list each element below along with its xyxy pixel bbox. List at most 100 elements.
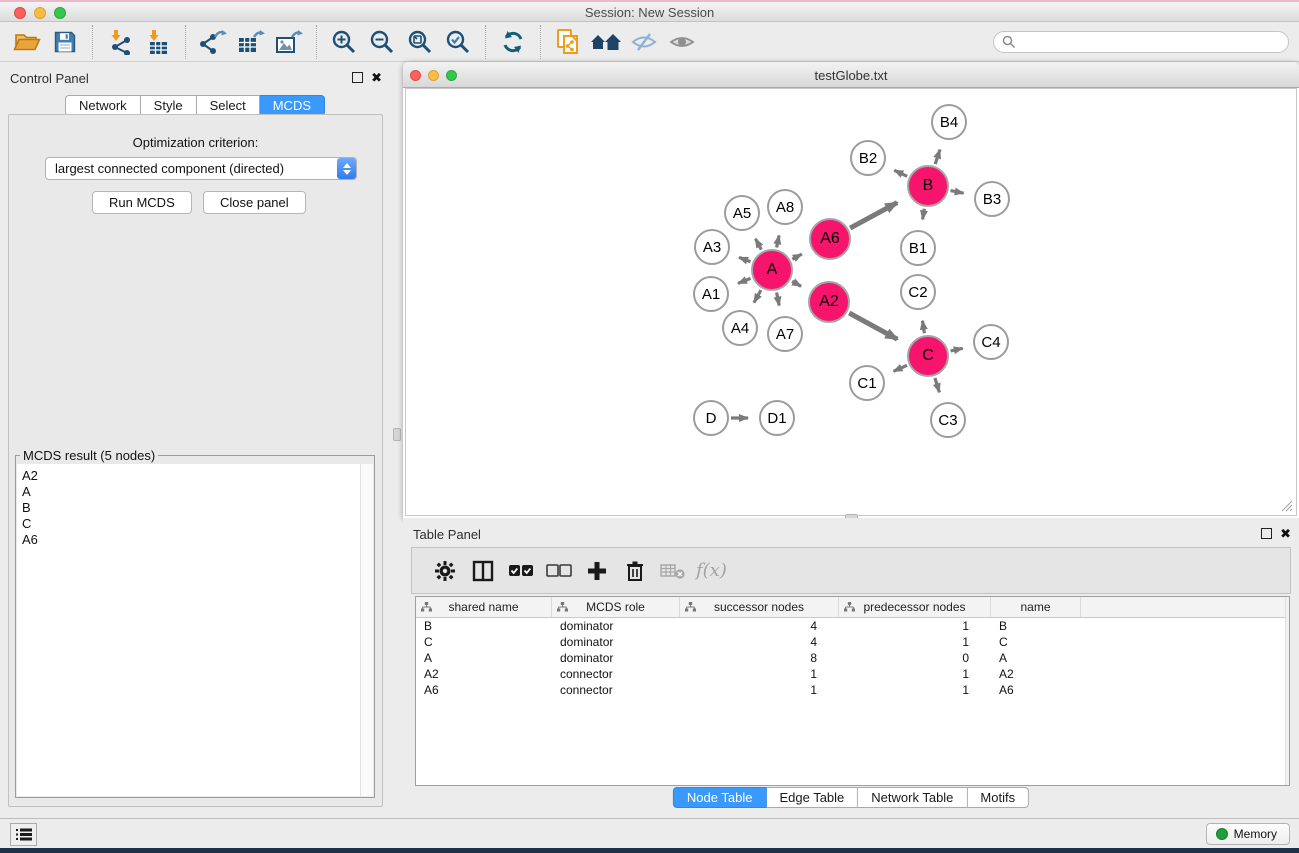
graph-node-A2[interactable]: A2 xyxy=(808,281,850,323)
graph-node-A[interactable]: A xyxy=(751,249,793,291)
graph-node-C1[interactable]: C1 xyxy=(849,365,885,401)
show-column-icon[interactable] xyxy=(464,552,502,590)
open-file-icon[interactable] xyxy=(8,25,46,59)
graph-edge-C-C2[interactable] xyxy=(923,321,925,334)
tab-node-table[interactable]: Node Table xyxy=(673,787,767,808)
graph-node-C3[interactable]: C3 xyxy=(930,402,966,438)
show-eye-icon[interactable] xyxy=(663,25,701,59)
graph-node-B2[interactable]: B2 xyxy=(850,140,886,176)
window-resize-grip[interactable] xyxy=(1280,499,1293,512)
mcds-result-list[interactable]: A2ABCA6 xyxy=(17,464,373,796)
result-item[interactable]: A6 xyxy=(22,532,373,548)
result-scrollbar[interactable] xyxy=(360,464,373,796)
hide-eye-icon[interactable] xyxy=(625,25,663,59)
deselect-all-icon[interactable] xyxy=(540,552,578,590)
run-mcds-button[interactable]: Run MCDS xyxy=(92,191,192,214)
column-header-successor-nodes[interactable]: successor nodes xyxy=(680,597,839,617)
graph-node-A1[interactable]: A1 xyxy=(693,276,729,312)
graph-node-A4[interactable]: A4 xyxy=(722,310,758,346)
home-view-icon[interactable] xyxy=(587,25,625,59)
graph-edge-A-A6[interactable] xyxy=(792,254,802,259)
graph-node-A3[interactable]: A3 xyxy=(694,229,730,265)
graph-node-C[interactable]: C xyxy=(907,335,949,377)
float-table-panel-icon[interactable] xyxy=(1261,528,1272,539)
float-panel-icon[interactable] xyxy=(352,72,363,83)
graph-edge-A-A1[interactable] xyxy=(738,278,751,283)
table-row[interactable]: Bdominator41B xyxy=(416,618,1289,634)
graph-node-A6[interactable]: A6 xyxy=(809,218,851,260)
vertical-splitter-grip[interactable] xyxy=(393,428,401,441)
import-network-icon[interactable] xyxy=(101,25,139,59)
graph-node-C2[interactable]: C2 xyxy=(900,274,936,310)
graph-edge-A6-B[interactable] xyxy=(850,203,897,229)
graph-node-D1[interactable]: D1 xyxy=(759,400,795,436)
zoom-selected-icon[interactable] xyxy=(439,25,477,59)
graph-node-B3[interactable]: B3 xyxy=(974,181,1010,217)
table-row[interactable]: A2connector11A2 xyxy=(416,666,1289,682)
result-item[interactable]: B xyxy=(22,500,373,516)
graph-node-B1[interactable]: B1 xyxy=(900,230,936,266)
task-history-button[interactable] xyxy=(10,823,37,846)
search-input[interactable] xyxy=(993,31,1289,53)
refresh-view-icon[interactable] xyxy=(494,25,532,59)
export-image-icon[interactable] xyxy=(270,25,308,59)
zoom-in-icon[interactable] xyxy=(325,25,363,59)
delete-row-icon[interactable] xyxy=(616,552,654,590)
graph-edge-A-A5[interactable] xyxy=(756,239,762,250)
graph-node-C4[interactable]: C4 xyxy=(973,324,1009,360)
column-header-shared-name[interactable]: shared name xyxy=(416,597,552,617)
tab-style[interactable]: Style xyxy=(141,95,197,116)
zoom-fit-icon[interactable] xyxy=(401,25,439,59)
result-item[interactable]: C xyxy=(22,516,373,532)
function-builder-icon[interactable]: f(x) xyxy=(696,560,727,581)
graph-edge-B-B2[interactable] xyxy=(894,170,907,176)
close-panel-icon[interactable]: ✖ xyxy=(371,72,382,83)
result-item[interactable]: A xyxy=(22,484,373,500)
graph-edge-A-A3[interactable] xyxy=(739,257,750,261)
tab-network-table[interactable]: Network Table xyxy=(858,787,967,808)
close-panel-button[interactable]: Close panel xyxy=(203,191,306,214)
graph-node-B[interactable]: B xyxy=(907,165,949,207)
memory-button[interactable]: Memory xyxy=(1206,823,1290,845)
column-header-name[interactable]: name xyxy=(991,597,1081,617)
graph-edge-C-C3[interactable] xyxy=(935,378,940,392)
network-canvas[interactable]: B4B2BB3A5A8A6B1A3AC2A1A2A4A7C4CC1C3DD1 xyxy=(405,88,1297,516)
graph-edge-A-A8[interactable] xyxy=(777,235,780,247)
table-row[interactable]: Adominator80A xyxy=(416,650,1289,666)
table-settings-icon[interactable] xyxy=(426,552,464,590)
graph-edge-A2-C[interactable] xyxy=(849,313,897,339)
column-header-MCDS-role[interactable]: MCDS role xyxy=(552,597,680,617)
tab-network[interactable]: Network xyxy=(65,95,141,116)
graph-edge-C-C1[interactable] xyxy=(894,365,908,371)
export-network-icon[interactable] xyxy=(194,25,232,59)
delete-table-icon[interactable] xyxy=(654,552,692,590)
optimization-criterion-dropdown[interactable]: largest connected component (directed) xyxy=(45,157,357,180)
table-row[interactable]: Cdominator41C xyxy=(416,634,1289,650)
graph-edge-A-A4[interactable] xyxy=(754,290,761,303)
graph-node-A7[interactable]: A7 xyxy=(767,316,803,352)
graph-node-A8[interactable]: A8 xyxy=(767,189,803,225)
tab-mcds[interactable]: MCDS xyxy=(260,95,325,116)
save-session-icon[interactable] xyxy=(46,25,84,59)
graph-node-D[interactable]: D xyxy=(693,400,729,436)
import-table-icon[interactable] xyxy=(139,25,177,59)
zoom-out-icon[interactable] xyxy=(363,25,401,59)
add-row-icon[interactable] xyxy=(578,552,616,590)
graph-edge-B-B4[interactable] xyxy=(935,150,940,165)
tab-select[interactable]: Select xyxy=(197,95,260,116)
graph-edge-B-B1[interactable] xyxy=(923,209,925,220)
tab-motifs[interactable]: Motifs xyxy=(967,787,1029,808)
graph-edge-C-C4[interactable] xyxy=(951,348,963,351)
export-table-icon[interactable] xyxy=(232,25,270,59)
table-row[interactable]: A6connector11A6 xyxy=(416,682,1289,698)
close-table-panel-icon[interactable]: ✖ xyxy=(1280,528,1291,539)
graph-edge-B-B3[interactable] xyxy=(951,191,964,194)
clone-network-icon[interactable] xyxy=(549,25,587,59)
result-item[interactable]: A2 xyxy=(22,468,373,484)
table-scrollbar[interactable] xyxy=(1285,597,1289,785)
column-header-predecessor-nodes[interactable]: predecessor nodes xyxy=(839,597,991,617)
graph-edge-A-A2[interactable] xyxy=(792,281,801,286)
select-all-icon[interactable] xyxy=(502,552,540,590)
graph-node-A5[interactable]: A5 xyxy=(724,195,760,231)
tab-edge-table[interactable]: Edge Table xyxy=(766,787,858,808)
